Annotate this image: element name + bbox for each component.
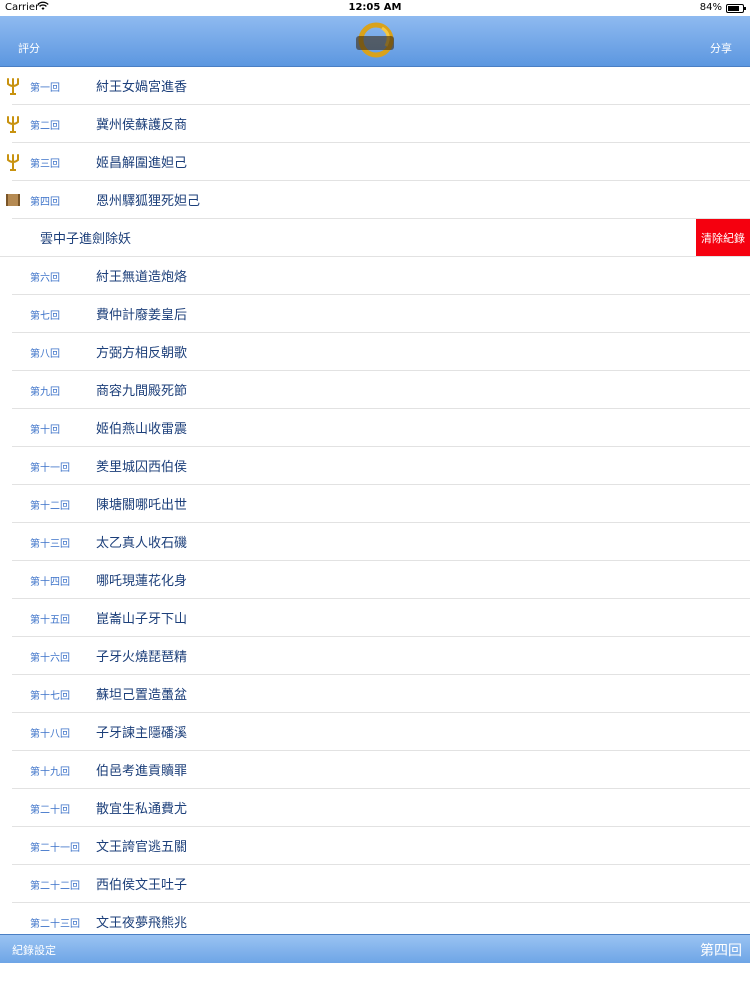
chapter-title: 散宜生私通費尤: [96, 802, 188, 817]
chapter-number: 第十六回: [30, 653, 70, 664]
chapter-number: 第十七回: [30, 691, 70, 702]
chapter-number: 第二回: [30, 121, 60, 132]
list-item[interactable]: 第十二回 陳塘關哪吒出世: [0, 485, 750, 523]
list-item[interactable]: 第二十回 散宜生私通費尤: [0, 789, 750, 827]
trident-icon: [4, 77, 22, 95]
list-item[interactable]: 第十六回 子牙火燒琵琶精: [0, 637, 750, 675]
chapter-number: 第二十回: [30, 805, 70, 816]
chapter-number: 第七回: [30, 311, 60, 322]
chapter-number: 第十回: [30, 425, 60, 436]
chapter-title: 文王夜夢飛熊兆: [96, 916, 188, 931]
chapter-number: 第八回: [30, 349, 60, 360]
list-item[interactable]: 第二十二回 西伯侯文王吐子: [0, 865, 750, 903]
list-item[interactable]: 第二回 冀州侯蘇護反商: [0, 105, 750, 143]
chapter-number: 第二十二回: [30, 881, 80, 892]
list-item[interactable]: 第十四回 哪吒現蓮花化身: [0, 561, 750, 599]
chapter-number: 第十八回: [30, 729, 70, 740]
list-item[interactable]: 第十七回 蘇坦己置造蠆盆: [0, 675, 750, 713]
list-item[interactable]: 第十八回 子牙諫主隱磻溪: [0, 713, 750, 751]
chapter-number: 第十四回: [30, 577, 70, 588]
chapter-title: 陳塘關哪吒出世: [96, 498, 188, 513]
current-chapter-label[interactable]: 第四回: [700, 940, 742, 960]
chapter-title: 羑里城囚西伯侯: [96, 460, 188, 475]
record-settings-button[interactable]: 紀錄設定: [12, 942, 56, 958]
status-time: 12:05 AM: [348, 2, 402, 13]
nav-bar: 評分 分享: [0, 16, 750, 67]
app-logo: [352, 20, 398, 64]
status-bar: Carrier 12:05 AM 84%: [0, 0, 750, 16]
list-item[interactable]: 第二十一回 文王誇官逃五關: [0, 827, 750, 865]
list-item[interactable]: 第九回 商容九間殿死節: [0, 371, 750, 409]
chapter-number: 第十一回: [30, 463, 70, 474]
list-item[interactable]: 第七回 費仲計廢姜皇后: [0, 295, 750, 333]
list-item[interactable]: 第一回 紂王女媧宮進香: [0, 67, 750, 105]
chapter-title: 姬昌解圍進妲己: [96, 156, 188, 171]
chapter-title: 費仲計廢姜皇后: [96, 308, 188, 323]
chapter-number: 第二十一回: [30, 843, 80, 854]
list-item[interactable]: 第十五回 崑崙山子牙下山: [0, 599, 750, 637]
chapter-number: 第十三回: [30, 539, 70, 550]
chapter-number: 第四回: [30, 197, 60, 208]
chapter-title: 冀州侯蘇護反商: [96, 118, 188, 133]
list-item[interactable]: 第四回 恩州驛狐狸死妲己: [0, 181, 750, 219]
chapter-title: 商容九間殿死節: [96, 384, 188, 399]
scroll-icon: [4, 191, 22, 209]
chapter-title: 哪吒現蓮花化身: [96, 574, 188, 589]
chapter-title: 太乙真人收石磯: [96, 536, 188, 551]
chapter-title: 崑崙山子牙下山: [96, 612, 188, 627]
chapter-title: 雲中子進劍除妖: [40, 232, 132, 247]
list-item[interactable]: 第二十三回 文王夜夢飛熊兆: [0, 903, 750, 934]
rate-button[interactable]: 評分: [18, 40, 40, 56]
battery-percent: 84%: [699, 2, 722, 13]
trident-icon: [4, 153, 22, 171]
chapter-number: 第一回: [30, 83, 60, 94]
bottom-toolbar: 紀錄設定 第四回: [0, 934, 750, 963]
chapter-title: 文王誇官逃五關: [96, 840, 188, 855]
chapter-number: 第十五回: [30, 615, 70, 626]
list-item[interactable]: 第十一回 羑里城囚西伯侯: [0, 447, 750, 485]
clear-record-button[interactable]: 清除紀錄: [696, 219, 750, 257]
chapter-title: 子牙火燒琵琶精: [96, 650, 188, 665]
list-item[interactable]: 第十回 姬伯燕山收雷震: [0, 409, 750, 447]
battery-icon: [726, 4, 746, 13]
chapter-title: 紂王女媧宮進香: [96, 80, 188, 95]
chapter-number: 第三回: [30, 159, 60, 170]
list-item[interactable]: 第十九回 伯邑考進貢贖罪: [0, 751, 750, 789]
chapter-title: 紂王無道造炮烙: [96, 270, 188, 285]
list-item[interactable]: 第十三回 太乙真人收石磯: [0, 523, 750, 561]
chapter-title: 蘇坦己置造蠆盆: [96, 688, 188, 703]
trident-icon: [4, 115, 22, 133]
chapter-title: 西伯侯文王吐子: [96, 878, 188, 893]
chapter-title: 子牙諫主隱磻溪: [96, 726, 188, 741]
list-item[interactable]: 第八回 方弼方相反朝歌: [0, 333, 750, 371]
list-item[interactable]: 第六回 紂王無道造炮烙: [0, 257, 750, 295]
chapter-number: 第六回: [30, 273, 60, 284]
chapter-title: 恩州驛狐狸死妲己: [96, 194, 201, 209]
chapter-list[interactable]: 第一回 紂王女媧宮進香第二回 冀州侯蘇護反商第三回 姬昌解圍進妲己第四回 恩州驛狐狸死妲…: [0, 67, 750, 934]
list-item[interactable]: 回雲中子進劍除妖清除紀錄: [0, 219, 750, 257]
share-button[interactable]: 分享: [710, 40, 732, 56]
chapter-number: 第九回: [30, 387, 60, 398]
chapter-title: 姬伯燕山收雷震: [96, 422, 188, 437]
chapter-title: 方弼方相反朝歌: [96, 346, 188, 361]
list-item[interactable]: 第三回 姬昌解圍進妲己: [0, 143, 750, 181]
chapter-title: 伯邑考進貢贖罪: [96, 764, 188, 779]
chapter-number: 第二十三回: [30, 919, 80, 930]
chapter-number: 第十二回: [30, 501, 70, 512]
chapter-number: 第十九回: [30, 767, 70, 778]
